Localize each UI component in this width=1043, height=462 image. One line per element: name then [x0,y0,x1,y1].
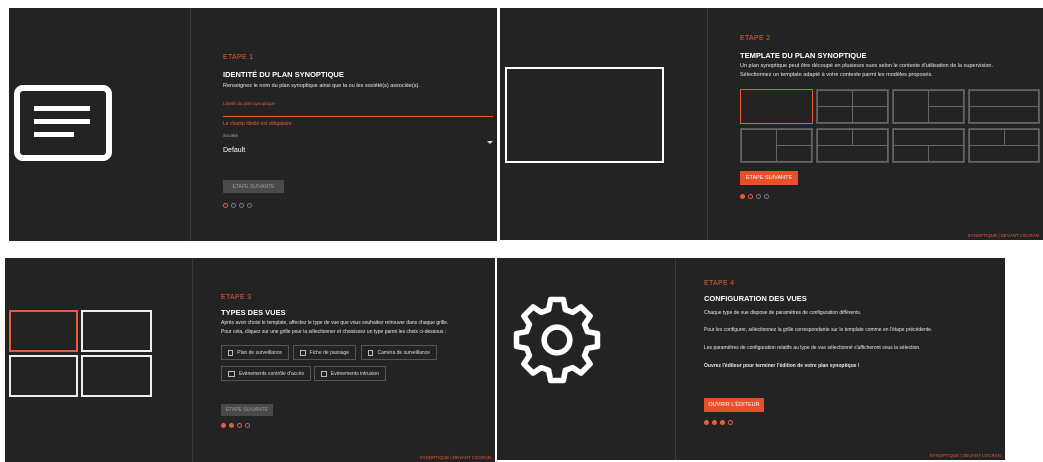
next-step-button[interactable]: ETAPE SUIVANTE [223,180,284,193]
step-line-2: Sélectionnez un template adapté à votre … [740,72,933,78]
progress-dot-1 [223,203,228,208]
divider [190,8,191,241]
document-icon [300,349,306,356]
view-type-access-events[interactable]: Evènements contrôle d'accès [221,366,311,381]
view-type-intrusion-events[interactable]: Evènements intrusion [314,366,386,381]
step-title: IDENTITÉ DU PLAN SYNOPTIQUE [223,70,344,79]
progress-dot-2 [231,203,236,208]
divider [192,258,193,462]
name-placeholder: Libellé du plan synoptique [223,101,276,106]
template-option-3[interactable] [892,89,965,124]
step-line-1: Un plan synoptique peut être découpé en … [740,63,993,69]
progress-dot-1 [704,420,709,425]
name-input[interactable]: Libellé du plan synoptique [223,100,493,117]
step-title: TEMPLATE DU PLAN SYNOPTIQUE [740,51,867,60]
step-line-1: Chaque type de vue dispose de paramètres… [704,310,862,316]
map-icon [228,349,234,356]
progress-dot-4 [245,423,250,428]
wizard-step2-panel: ETAPE 2 TEMPLATE DU PLAN SYNOPTIQUE Un p… [500,8,1043,240]
step-title: TYPES DES VUES [221,308,286,317]
progress-dot-4 [728,420,733,425]
step-line-3: Les paramètres de configuration relatifs… [704,345,921,351]
footer-brand: SYNOPTIQUE | DEVANT L'ECRAN [929,453,1001,458]
divider [675,258,676,460]
open-editor-button[interactable]: OUVRIR L'ÉDITEUR [704,398,764,412]
template-option-5[interactable] [740,128,813,163]
step-title: CONFIGURATION DES VUES [704,294,807,303]
step-progress [740,194,769,199]
list-icon [321,370,327,377]
step-description: Renseignez le nom du plan synoptique ain… [223,83,420,89]
template-option-4[interactable] [968,89,1040,124]
template-icon [505,67,664,163]
template-option-2[interactable] [816,89,889,124]
grid-cell-2[interactable] [81,310,152,352]
step-label: ETAPE 2 [740,35,771,42]
step-label: ETAPE 3 [221,294,252,301]
progress-dot-4 [247,203,252,208]
camera-icon [368,349,374,356]
step-line-2: Pour cela, cliquez sur une grille pour l… [221,329,447,335]
progress-dot-1 [740,194,745,199]
next-step-button[interactable]: ETAPE SUIVANTE [740,171,798,185]
step-line-4: Ouvrez l'éditeur pour terminer l'édition… [704,363,860,369]
step-progress [221,423,250,428]
progress-dot-4 [764,194,769,199]
progress-dot-3 [237,423,242,428]
list-icon [228,370,235,377]
wizard-step1-panel: ETAPE 1 IDENTITÉ DU PLAN SYNOPTIQUE Rens… [9,8,497,241]
progress-dot-3 [720,420,725,425]
step-label: ETAPE 4 [704,280,735,287]
error-message: Le champ libellé est obligatoire. [223,121,294,127]
step-line-1: Après avoir choisi le template, affectez… [221,320,449,326]
progress-dot-2 [712,420,717,425]
step-line-2: Pour les configurer, sélectionnez la gri… [704,327,933,333]
template-option-6[interactable] [816,128,889,163]
progress-dot-3 [756,194,761,199]
step-progress [223,203,252,208]
footer-brand: SYNOPTIQUE | DEVANT L'ECRAN [967,233,1039,238]
view-type-camera[interactable]: Caméra de surveillance [361,345,437,360]
grid-cell-1[interactable] [9,310,78,352]
company-select[interactable]: Default [223,139,493,154]
footer-brand: SYNOPTIQUE | DEVANT L'ECRAN [419,455,491,460]
template-option-7[interactable] [892,128,965,163]
view-type-surveillance-plan[interactable]: Plan de surveillance [221,345,289,360]
progress-dot-2 [748,194,753,199]
progress-dot-1 [221,423,226,428]
progress-dot-3 [239,203,244,208]
template-option-1[interactable] [740,89,813,124]
wizard-step4-panel: ETAPE 4 CONFIGURATION DES VUES Chaque ty… [497,258,1005,460]
view-type-passage-sheet[interactable]: Fiche de passage [293,345,356,360]
next-step-button[interactable]: ETAPE SUIVANTE [221,404,273,416]
grid-cell-3[interactable] [9,355,78,397]
step-progress [704,420,733,425]
wizard-step3-panel: ETAPE 3 TYPES DES VUES Après avoir chois… [5,258,495,462]
grid-cell-4[interactable] [81,355,152,397]
gear-icon [513,296,601,384]
divider [707,8,708,240]
company-value: Default [223,147,246,154]
chevron-down-icon [487,141,493,144]
template-option-8[interactable] [968,128,1040,163]
document-icon [14,85,112,161]
step-label: ETAPE 1 [223,54,254,61]
progress-dot-2 [229,423,234,428]
